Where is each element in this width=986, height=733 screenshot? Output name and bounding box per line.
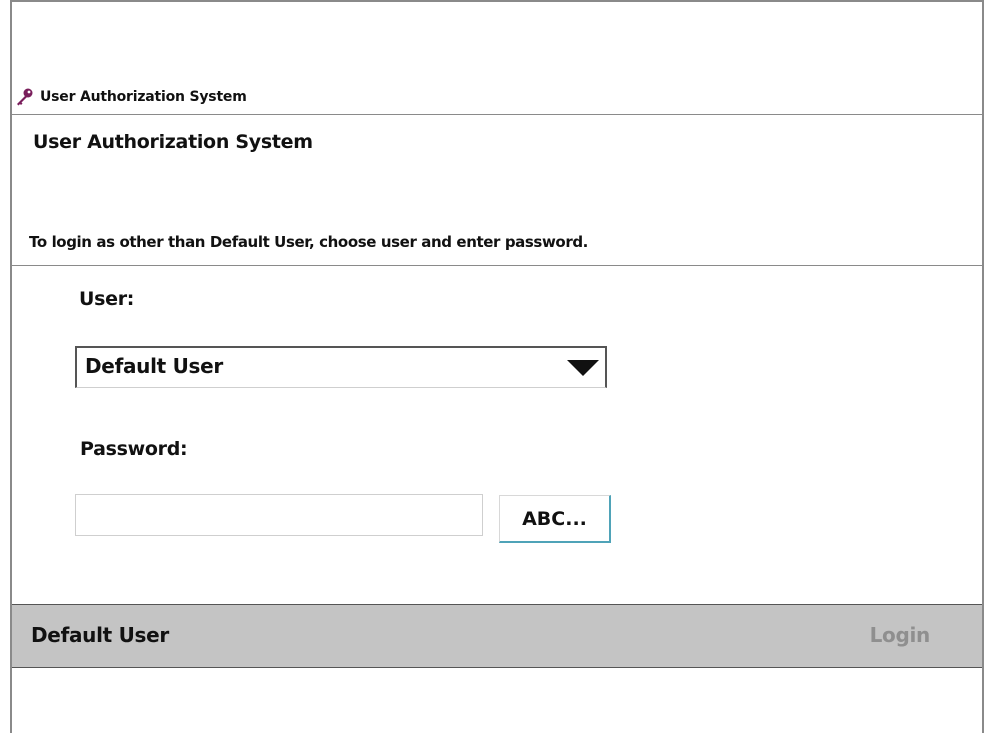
page-title: User Authorization System: [33, 131, 313, 153]
key-icon: [17, 88, 33, 106]
keyboard-button[interactable]: ABC...: [499, 495, 611, 543]
dropdown-arrow-icon[interactable]: [567, 360, 599, 376]
window-titlebar: User Authorization System: [12, 80, 982, 115]
login-button[interactable]: Login: [870, 623, 931, 647]
current-user-label: Default User: [31, 623, 169, 647]
password-label: Password:: [80, 438, 188, 460]
user-select-value: Default User: [85, 354, 223, 378]
header-section: User Authorization System To login as ot…: [12, 115, 982, 266]
status-bar: Default User Login: [12, 604, 982, 668]
login-form: User: Default User Password: ABC...: [12, 266, 982, 604]
user-label: User:: [79, 288, 135, 310]
login-window: User Authorization System User Authoriza…: [10, 0, 984, 733]
user-select[interactable]: Default User: [75, 346, 607, 388]
password-input[interactable]: [75, 494, 483, 536]
login-instructions: To login as other than Default User, cho…: [29, 233, 588, 251]
window-title: User Authorization System: [40, 89, 247, 105]
